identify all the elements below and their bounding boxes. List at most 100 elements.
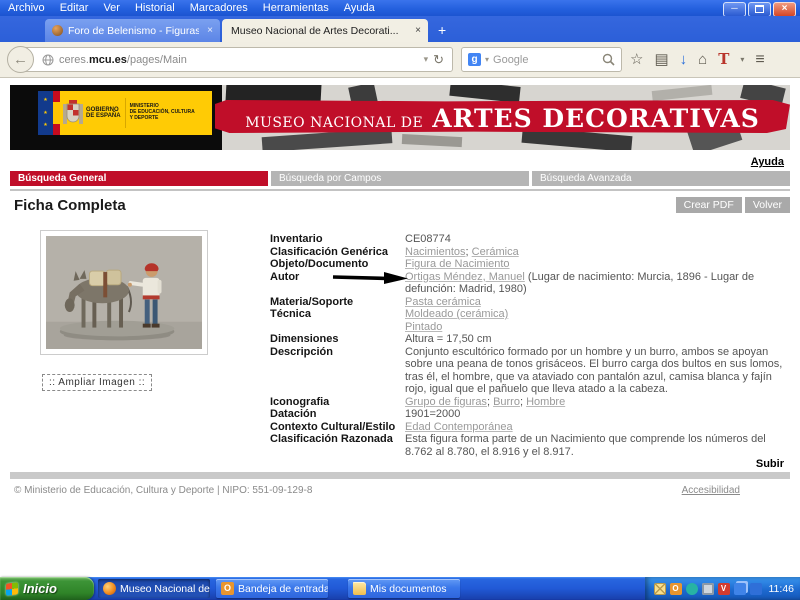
field-text: Esta figura forma parte de un Nacimiento… [405, 433, 766, 458]
field-value: Edad Contemporánea [405, 421, 784, 434]
taskbar-button-documentos[interactable]: Mis documentos [348, 579, 460, 598]
field-label: Contexto Cultural/Estilo [270, 421, 405, 434]
field-label: Datación [270, 408, 405, 421]
menu-ver[interactable]: Ver [103, 2, 120, 14]
field-row: Objeto/DocumentoFigura de Nacimiento [270, 258, 784, 271]
field-row: Datación1901=2000 [270, 408, 784, 421]
reload-icon[interactable]: ↻ [433, 52, 444, 68]
toolbar-icons: ☆ ▤ ↓ ⌂ T ▾ ≡ [630, 47, 765, 72]
taskbar: Inicio Museo Nacional de Ar... O Bandeja… [0, 577, 800, 600]
field-label: Clasificación Genérica [270, 246, 405, 259]
field-link[interactable]: Moldeado (cerámica) [405, 308, 508, 320]
field-link[interactable]: Cerámica [472, 246, 519, 258]
extension-t-icon[interactable]: T [718, 47, 729, 72]
firefox-icon [103, 582, 116, 595]
outlook-tray-icon[interactable]: O [670, 583, 682, 595]
search-input[interactable]: Google [493, 54, 598, 66]
taskbar-button-museo[interactable]: Museo Nacional de Ar... [98, 579, 210, 598]
taskbar-button-bandeja[interactable]: O Bandeja de entrada -... [216, 579, 328, 598]
field-link[interactable]: Figura de Nacimiento [405, 258, 510, 270]
spain-flag-icon [53, 91, 60, 135]
menu-marcadores[interactable]: Marcadores [190, 2, 248, 14]
browser-toolbar: ← ceres.mcu.es/pages/Main ▾ ↻ g ▾ Google… [0, 42, 800, 78]
field-row: TécnicaMoldeado (cerámica)Pintado [270, 308, 784, 333]
menu-herramientas[interactable]: Herramientas [263, 2, 329, 14]
field-link[interactable]: Edad Contemporánea [405, 421, 513, 433]
restore-button[interactable] [748, 2, 771, 17]
display-icon[interactable] [702, 583, 714, 595]
search-icon[interactable] [602, 53, 615, 66]
downloads-icon[interactable]: ↓ [680, 47, 688, 72]
start-button[interactable]: Inicio [0, 577, 94, 600]
footer: © Ministerio de Educación, Cultura y Dep… [14, 485, 784, 496]
home-icon[interactable]: ⌂ [698, 47, 707, 72]
annotation-arrow-icon [332, 271, 410, 284]
browser-tab-foro[interactable]: Foro de Belenismo - Figuras -... × [45, 19, 220, 42]
tab-busqueda-general[interactable]: Búsqueda General [10, 171, 268, 186]
field-row: InventarioCE08774 [270, 233, 784, 246]
tab-busqueda-avanzada[interactable]: Búsqueda Avanzada [532, 171, 790, 186]
hamburger-menu-icon[interactable]: ≡ [755, 47, 764, 72]
minimize-button[interactable]: ─ [723, 2, 746, 17]
subir-link[interactable]: Subir [756, 458, 784, 470]
logo-divider [125, 98, 126, 129]
windows-logo-icon [6, 582, 18, 596]
mail-icon[interactable] [654, 583, 666, 595]
taskbar-buttons: Museo Nacional de Ar... O Bandeja de ent… [94, 577, 645, 600]
ayuda-link[interactable]: Ayuda [751, 156, 784, 168]
field-row: Materia/SoportePasta cerámica [270, 296, 784, 309]
update-icon[interactable] [750, 583, 762, 595]
network-icon[interactable] [734, 583, 746, 595]
copyright-text: © Ministerio de Educación, Cultura y Dep… [14, 485, 312, 496]
taskbar-button-label: Mis documentos [370, 583, 446, 595]
url-path: /pages/Main [127, 54, 187, 66]
google-engine-icon[interactable]: g [468, 53, 481, 66]
title-row: Ficha Completa Crear PDF Volver [14, 197, 790, 215]
accesibilidad-link[interactable]: Accesibilidad [682, 485, 740, 496]
ampliar-imagen-link[interactable]: :: Ampliar Imagen :: [42, 374, 152, 391]
field-link[interactable]: Pintado [405, 321, 442, 333]
tab-close-icon[interactable]: × [203, 25, 220, 36]
field-label: Dimensiones [270, 333, 405, 346]
browser-tab-museo[interactable]: Museo Nacional de Artes Decorati... × [222, 19, 428, 42]
volver-button[interactable]: Volver [745, 197, 790, 213]
field-link[interactable]: Burro [493, 396, 520, 408]
field-link[interactable]: Nacimientos [405, 246, 466, 258]
close-button[interactable]: × [773, 2, 796, 17]
menu-historial[interactable]: Historial [135, 2, 175, 14]
antivirus-icon[interactable]: V [718, 583, 730, 595]
messenger-icon[interactable] [686, 583, 698, 595]
back-button[interactable]: ← [7, 46, 34, 73]
field-row: AutorOrtigas Méndez, Manuel (Lugar de na… [270, 271, 784, 296]
search-nav-tabs: Búsqueda General Búsqueda por Campos Bús… [10, 171, 790, 186]
extension-dropdown-icon[interactable]: ▾ [740, 47, 744, 72]
crear-pdf-button[interactable]: Crear PDF [676, 197, 742, 213]
bookmark-star-icon[interactable]: ☆ [630, 47, 643, 72]
coat-of-arms-area: GOBIERNO DE ESPAÑA MINISTERIO DE EDUCACI… [60, 91, 212, 135]
field-link[interactable]: Grupo de figuras [405, 396, 487, 408]
figurine-image [46, 236, 202, 349]
object-thumbnail[interactable] [40, 230, 208, 355]
field-link[interactable]: Pasta cerámica [405, 296, 481, 308]
menu-archivo[interactable]: Archivo [8, 2, 45, 14]
tab-close-icon[interactable]: × [411, 25, 428, 36]
menu-ayuda[interactable]: Ayuda [344, 2, 375, 14]
field-value: Pasta cerámica [405, 296, 784, 309]
new-tab-button[interactable]: + [432, 20, 452, 40]
bookmarks-menu-icon[interactable]: ▤ [654, 47, 668, 72]
url-dropdown-icon[interactable]: ▾ [424, 54, 429, 65]
field-value: Figura de Nacimiento [405, 258, 784, 271]
field-link[interactable]: Hombre [526, 396, 565, 408]
field-row: DimensionesAltura = 17,50 cm [270, 333, 784, 346]
tab-busqueda-por-campos[interactable]: Búsqueda por Campos [271, 171, 529, 186]
page-viewport: ★★★ GOBIERNO DE ESPAÑA MINISTERIO DE EDU… [0, 78, 800, 577]
start-label: Inicio [23, 581, 57, 596]
search-bar[interactable]: g ▾ Google [461, 47, 622, 72]
menu-editar[interactable]: Editar [60, 2, 89, 14]
globe-icon [42, 54, 54, 66]
field-value: Esta figura forma parte de un Nacimiento… [405, 433, 784, 458]
engine-dropdown-icon[interactable]: ▾ [485, 55, 489, 64]
url-bar[interactable]: ceres.mcu.es/pages/Main ▾ ↻ [21, 47, 453, 72]
field-link[interactable]: Ortigas Méndez, Manuel [405, 271, 525, 283]
banner-prefix: MUSEO NACIONAL DE [245, 115, 423, 131]
